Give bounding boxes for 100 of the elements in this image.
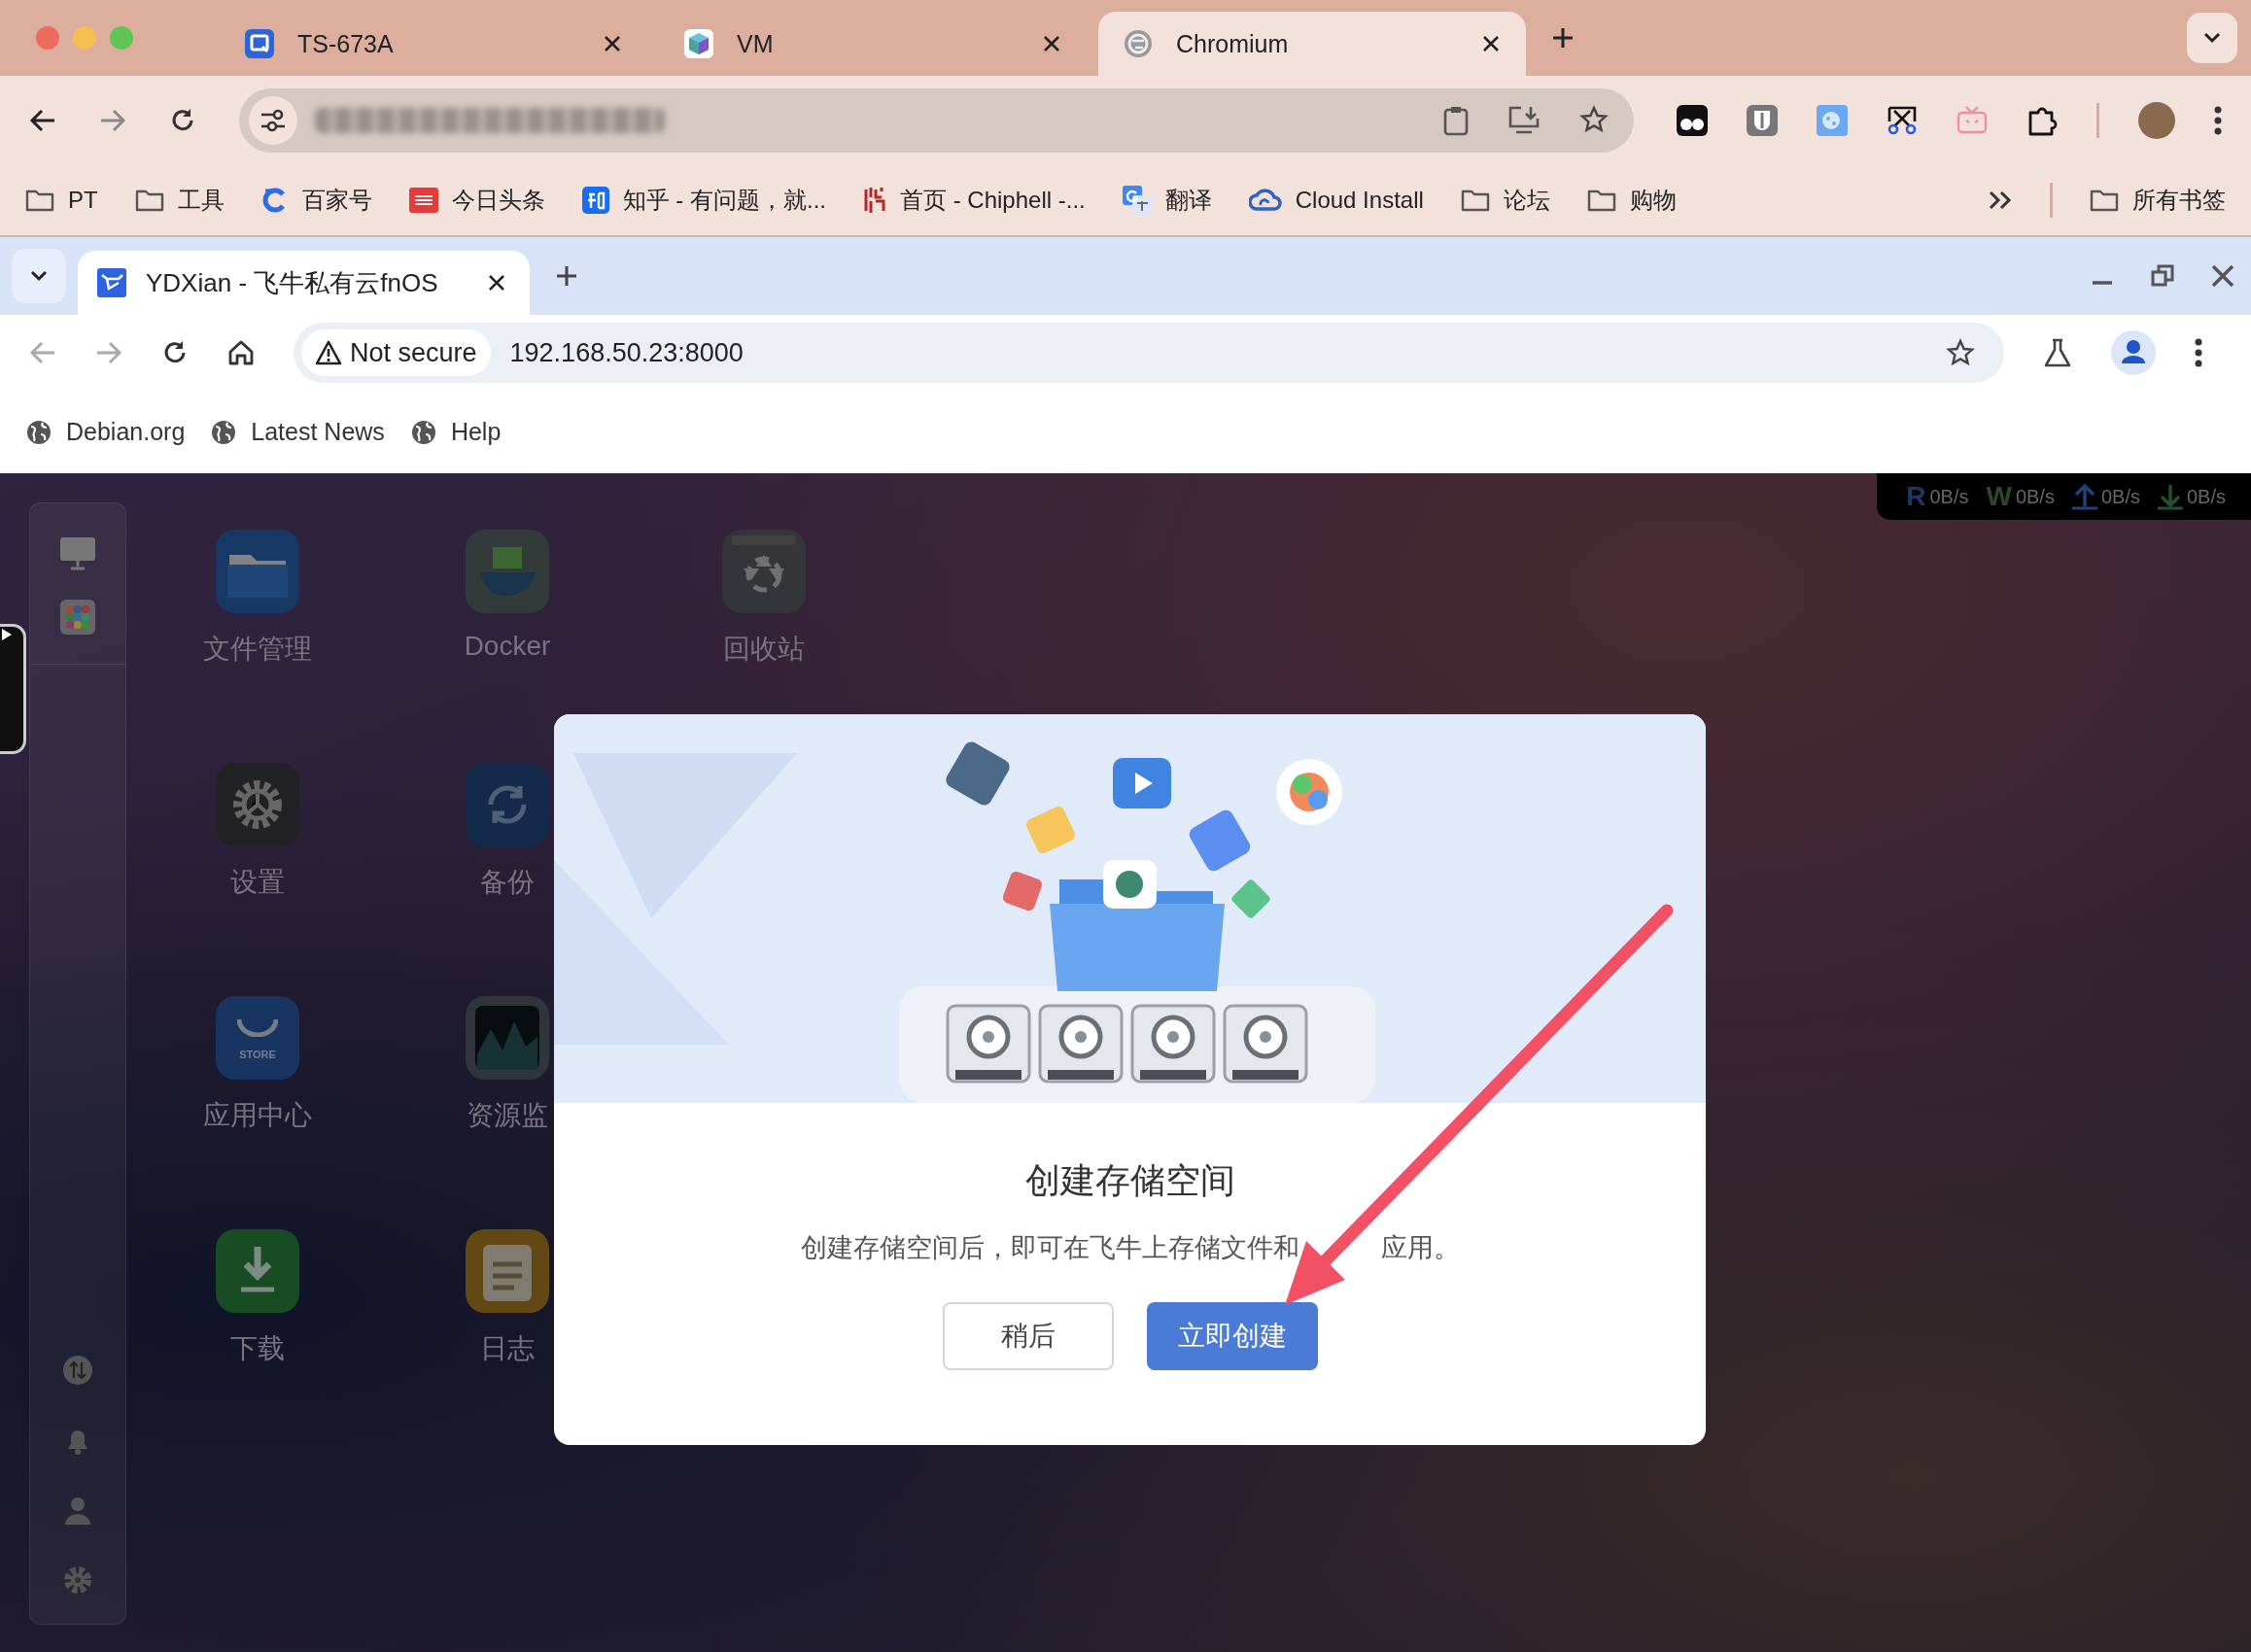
stat-letter: W — [1986, 481, 2012, 512]
sync-icon[interactable] — [466, 763, 549, 846]
star-icon[interactable] — [1579, 105, 1609, 134]
app-label[interactable]: 下载 — [230, 1330, 285, 1367]
bookmark-item[interactable]: 论坛 — [1460, 185, 1550, 216]
globe-icon — [409, 418, 437, 446]
app-label[interactable]: 日志 — [480, 1330, 535, 1367]
bull-logo-icon — [97, 268, 126, 297]
chevron-down-icon[interactable] — [2202, 31, 2222, 45]
dialog-message: 创建存储空间后，即可在飞牛上存储文件和 — [800, 1232, 1299, 1264]
folder-icon — [2090, 188, 2119, 213]
letter-logo-icon — [581, 187, 609, 214]
bookmark-label[interactable]: 首页 - Chiphell -... — [900, 185, 1086, 216]
browser-tab[interactable]: VM — [659, 12, 1087, 76]
folder-app-icon[interactable] — [216, 530, 299, 613]
bookmark-label[interactable]: Debian.org — [66, 418, 186, 446]
shield-icon[interactable] — [1747, 105, 1778, 136]
scissors-icon[interactable] — [1887, 105, 1918, 136]
translate-icon — [1122, 186, 1152, 215]
speed-value: 0B/s — [2015, 485, 2055, 508]
recycle-icon[interactable] — [722, 530, 806, 613]
pattern-logo-icon — [863, 186, 886, 215]
app-label[interactable]: 资源监 — [467, 1097, 548, 1134]
bookmark-label[interactable]: Help — [450, 418, 502, 446]
download-icon[interactable] — [216, 1229, 299, 1313]
profile-avatar[interactable] — [2138, 102, 2175, 139]
close-icon[interactable] — [487, 273, 506, 293]
side-panel-handle[interactable] — [0, 624, 26, 754]
stat-letter: R — [1906, 481, 1926, 512]
folder-icon — [1460, 188, 1490, 213]
browser-tab[interactable]: Chromium — [1098, 12, 1526, 76]
new-tab-icon[interactable] — [1551, 26, 1575, 50]
bookmark-label[interactable]: 购物 — [1629, 185, 1677, 216]
speed-value: 0B/s — [2100, 485, 2140, 508]
address-bar[interactable]: Not secure 192.168.50.23:8000 — [294, 323, 2004, 383]
puzzle-icon[interactable] — [2026, 105, 2058, 136]
monitor-icon[interactable] — [60, 537, 95, 570]
close-icon[interactable] — [603, 34, 622, 53]
security-label[interactable]: Not secure — [350, 337, 477, 368]
upload-icon — [2071, 483, 2097, 510]
new-tab-icon[interactable] — [555, 264, 578, 288]
bookmark-label[interactable]: 百家号 — [301, 185, 372, 216]
dialog-message: 应用。 — [1380, 1232, 1460, 1264]
globe-icon — [25, 418, 52, 446]
bookmark-label[interactable]: Cloud Install — [1295, 187, 1424, 214]
gear-icon[interactable] — [216, 763, 299, 846]
menu-icon[interactable] — [2214, 106, 2222, 135]
bookmark-item[interactable]: 购物 — [1586, 185, 1677, 216]
clipboard-icon[interactable] — [466, 1229, 549, 1313]
later-button[interactable]: 稍后 — [942, 1302, 1114, 1370]
speed-value: 0B/s — [2186, 485, 2226, 508]
bookmark-item[interactable]: PT — [25, 187, 98, 214]
globe-icon — [210, 418, 238, 446]
browser-tab[interactable]: YDXian - 飞牛私有云fnOS — [78, 251, 530, 315]
close-icon[interactable] — [1042, 34, 1061, 53]
ghost-eyes-icon[interactable] — [1677, 105, 1708, 136]
url-text[interactable]: 192.168.50.23:8000 — [509, 337, 1926, 368]
folder-icon — [134, 188, 164, 213]
app-label[interactable]: 应用中心 — [203, 1097, 312, 1134]
flask-icon[interactable] — [2043, 337, 2072, 368]
bookmark-item[interactable]: 首页 - Chiphell -... — [863, 185, 1086, 216]
folder-icon — [25, 188, 54, 213]
cloud-icon — [1248, 188, 1282, 213]
bookmark-item[interactable]: 知乎 - 有问题，就... — [581, 185, 826, 216]
back-icon[interactable] — [29, 108, 56, 133]
bookmark-item[interactable]: 工具 — [134, 185, 225, 216]
app-label[interactable]: 备份 — [480, 864, 535, 901]
folder-icon — [1586, 188, 1616, 213]
restore-icon[interactable] — [2150, 263, 2175, 289]
site-settings-button[interactable] — [249, 96, 297, 145]
bookmark-label[interactable]: 翻译 — [1164, 185, 1212, 216]
install-icon[interactable] — [1507, 105, 1541, 134]
browser-tab[interactable]: TS-673A — [220, 12, 647, 76]
bookmark-item[interactable]: 百家号 — [260, 185, 372, 216]
bookmark-label[interactable]: Latest News — [251, 418, 385, 446]
create-button[interactable]: 立即创建 — [1146, 1302, 1318, 1370]
warning-icon — [315, 340, 342, 365]
bookmark-item[interactable]: Cloud Install — [1248, 187, 1424, 214]
clipboard-icon[interactable] — [1443, 105, 1469, 136]
star-icon[interactable] — [1946, 338, 1975, 367]
bookmark-label[interactable]: 今日头条 — [451, 185, 545, 216]
profile-button[interactable] — [2111, 330, 2156, 375]
menu-icon[interactable] — [2195, 338, 2202, 367]
bookmark-item[interactable]: 今日头条 — [408, 185, 545, 216]
app-grid-icon[interactable] — [60, 600, 95, 635]
bookmark-label[interactable]: 知乎 - 有问题，就... — [622, 185, 826, 216]
security-chip[interactable]: Not secure — [301, 329, 491, 376]
bookmark-label[interactable]: 论坛 — [1503, 185, 1550, 216]
forward-icon[interactable] — [99, 108, 126, 133]
double-chevron-icon[interactable] — [1988, 189, 2013, 211]
bookmark-label[interactable]: PT — [68, 187, 98, 214]
cube-icon — [684, 29, 713, 58]
bookmark-label[interactable]: 工具 — [177, 185, 225, 216]
close-icon[interactable] — [1481, 34, 1501, 53]
chevron-down-icon[interactable] — [29, 269, 49, 283]
all-bookmarks-label[interactable]: 所有书签 — [2132, 185, 2226, 216]
home-icon[interactable] — [227, 339, 255, 366]
bookmark-item[interactable]: 翻译 — [1122, 185, 1212, 216]
download-icon — [2157, 483, 2183, 510]
app-label[interactable]: 设置 — [230, 864, 285, 901]
